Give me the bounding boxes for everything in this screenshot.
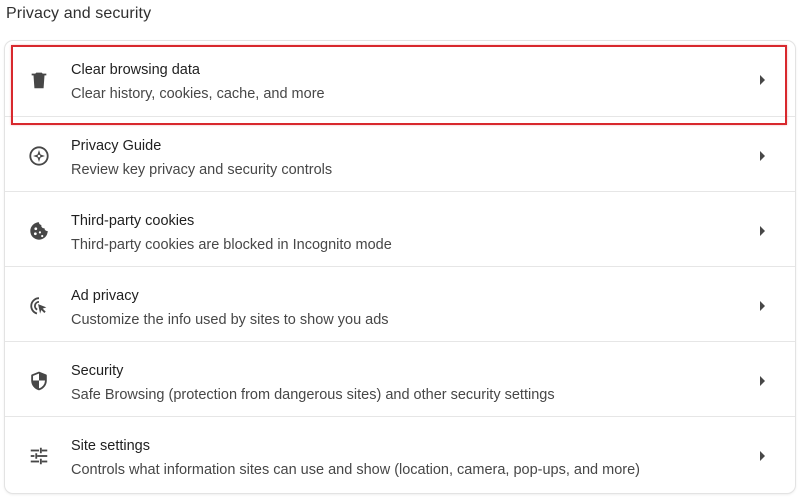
row-description: Customize the info used by sites to show… bbox=[71, 312, 389, 328]
third-party-cookies-row[interactable]: Third-party cookies Third-party cookies … bbox=[5, 191, 795, 266]
chevron-right-icon bbox=[760, 451, 765, 461]
row-label: Third-party cookies bbox=[71, 213, 195, 229]
chevron-right-icon bbox=[760, 376, 765, 386]
chevron-right-icon bbox=[760, 75, 765, 85]
tune-icon bbox=[27, 444, 51, 468]
row-label: Site settings bbox=[71, 438, 150, 454]
section-title: Privacy and security bbox=[6, 5, 152, 22]
row-label: Privacy Guide bbox=[71, 138, 162, 154]
ad-privacy-icon bbox=[27, 294, 51, 318]
privacy-guide-row[interactable]: Privacy Guide Review key privacy and sec… bbox=[5, 116, 795, 191]
row-label: Security bbox=[71, 363, 124, 379]
chevron-right-icon bbox=[760, 151, 765, 161]
row-label: Ad privacy bbox=[71, 288, 139, 304]
row-description: Controls what information sites can use … bbox=[71, 462, 641, 478]
shield-icon bbox=[27, 369, 51, 393]
row-description: Clear history, cookies, cache, and more bbox=[71, 86, 325, 102]
row-label: Clear browsing data bbox=[71, 62, 200, 78]
privacy-settings-card: Clear browsing data Clear history, cooki… bbox=[5, 41, 795, 493]
row-description: Safe Browsing (protection from dangerous… bbox=[71, 387, 555, 403]
cookie-icon bbox=[27, 219, 51, 243]
site-settings-row[interactable]: Site settings Controls what information … bbox=[5, 416, 795, 493]
trash-icon bbox=[27, 68, 51, 92]
ad-privacy-row[interactable]: Ad privacy Customize the info used by si… bbox=[5, 266, 795, 341]
compass-icon bbox=[27, 144, 51, 168]
security-row[interactable]: Security Safe Browsing (protection from … bbox=[5, 341, 795, 416]
clear-browsing-data-row[interactable]: Clear browsing data Clear history, cooki… bbox=[5, 41, 795, 116]
row-description: Review key privacy and security controls bbox=[71, 162, 333, 178]
chevron-right-icon bbox=[760, 226, 765, 236]
chevron-right-icon bbox=[760, 301, 765, 311]
row-description: Third-party cookies are blocked in Incog… bbox=[71, 237, 392, 253]
